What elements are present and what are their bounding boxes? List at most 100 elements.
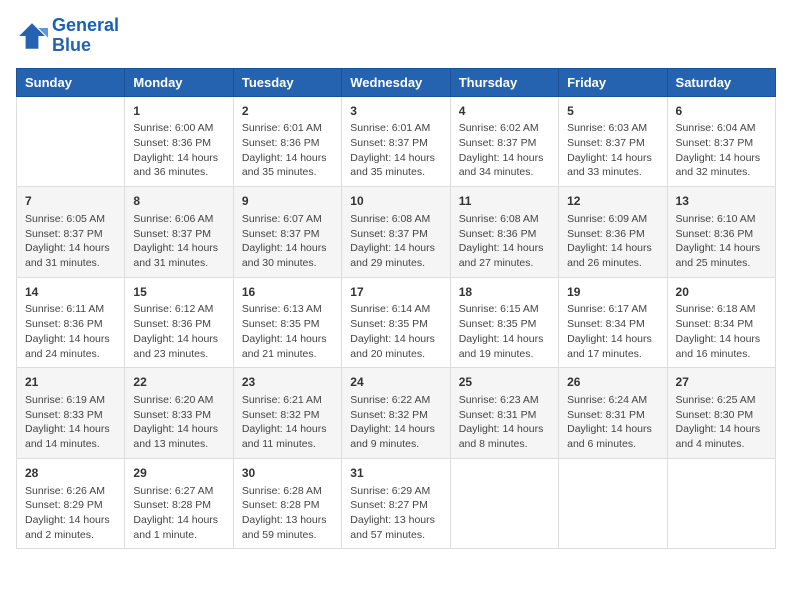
day-cell: 26Sunrise: 6:24 AMSunset: 8:31 PMDayligh… — [559, 368, 667, 459]
day-info-line: Sunset: 8:36 PM — [25, 317, 116, 332]
day-info-line: and 20 minutes. — [350, 347, 441, 362]
day-info-line: Sunset: 8:28 PM — [133, 498, 224, 513]
day-number: 1 — [133, 103, 224, 120]
day-cell: 5Sunrise: 6:03 AMSunset: 8:37 PMDaylight… — [559, 96, 667, 187]
week-row-5: 28Sunrise: 6:26 AMSunset: 8:29 PMDayligh… — [17, 458, 776, 549]
day-cell: 12Sunrise: 6:09 AMSunset: 8:36 PMDayligh… — [559, 187, 667, 278]
day-info-line: Sunrise: 6:28 AM — [242, 484, 333, 499]
week-row-4: 21Sunrise: 6:19 AMSunset: 8:33 PMDayligh… — [17, 368, 776, 459]
day-info-line: and 36 minutes. — [133, 165, 224, 180]
day-info-line: Sunset: 8:30 PM — [676, 408, 767, 423]
day-info-line: Sunrise: 6:08 AM — [459, 212, 550, 227]
day-info-line: Daylight: 14 hours — [350, 241, 441, 256]
day-info-line: Sunrise: 6:29 AM — [350, 484, 441, 499]
logo: General Blue — [16, 16, 119, 56]
day-cell: 28Sunrise: 6:26 AMSunset: 8:29 PMDayligh… — [17, 458, 125, 549]
day-number: 27 — [676, 374, 767, 391]
day-cell: 13Sunrise: 6:10 AMSunset: 8:36 PMDayligh… — [667, 187, 775, 278]
day-info-line: and 4 minutes. — [676, 437, 767, 452]
day-info-line: and 16 minutes. — [676, 347, 767, 362]
day-info-line: Daylight: 14 hours — [350, 422, 441, 437]
day-info-line: and 17 minutes. — [567, 347, 658, 362]
day-cell: 31Sunrise: 6:29 AMSunset: 8:27 PMDayligh… — [342, 458, 450, 549]
day-info-line: Daylight: 14 hours — [133, 151, 224, 166]
day-info-line: and 26 minutes. — [567, 256, 658, 271]
calendar-table: SundayMondayTuesdayWednesdayThursdayFrid… — [16, 68, 776, 550]
day-info-line: Daylight: 14 hours — [567, 332, 658, 347]
header-cell-wednesday: Wednesday — [342, 68, 450, 96]
day-cell: 15Sunrise: 6:12 AMSunset: 8:36 PMDayligh… — [125, 277, 233, 368]
day-info-line: Sunrise: 6:01 AM — [242, 121, 333, 136]
day-number: 15 — [133, 284, 224, 301]
day-info-line: Sunset: 8:28 PM — [242, 498, 333, 513]
day-cell: 9Sunrise: 6:07 AMSunset: 8:37 PMDaylight… — [233, 187, 341, 278]
day-number: 13 — [676, 193, 767, 210]
day-info-line: Daylight: 14 hours — [242, 151, 333, 166]
day-info-line: and 8 minutes. — [459, 437, 550, 452]
day-info-line: Daylight: 14 hours — [350, 332, 441, 347]
day-info-line: Sunset: 8:36 PM — [567, 227, 658, 242]
day-info-line: Sunset: 8:32 PM — [350, 408, 441, 423]
day-info-line: Sunset: 8:35 PM — [459, 317, 550, 332]
day-info-line: Sunrise: 6:00 AM — [133, 121, 224, 136]
day-number: 22 — [133, 374, 224, 391]
day-info-line: Daylight: 13 hours — [350, 513, 441, 528]
header-cell-monday: Monday — [125, 68, 233, 96]
day-info-line: and 11 minutes. — [242, 437, 333, 452]
day-info-line: Sunrise: 6:07 AM — [242, 212, 333, 227]
day-info-line: Sunset: 8:37 PM — [25, 227, 116, 242]
day-cell: 7Sunrise: 6:05 AMSunset: 8:37 PMDaylight… — [17, 187, 125, 278]
day-number: 18 — [459, 284, 550, 301]
day-info-line: Sunset: 8:36 PM — [133, 136, 224, 151]
day-info-line: Sunset: 8:37 PM — [242, 227, 333, 242]
logo-text: General Blue — [52, 16, 119, 56]
day-info-line: Daylight: 14 hours — [459, 422, 550, 437]
day-number: 4 — [459, 103, 550, 120]
day-info-line: Daylight: 14 hours — [567, 422, 658, 437]
day-info-line: Daylight: 14 hours — [676, 422, 767, 437]
day-info-line: Sunset: 8:37 PM — [567, 136, 658, 151]
day-info-line: Sunrise: 6:15 AM — [459, 302, 550, 317]
day-info-line: Sunrise: 6:18 AM — [676, 302, 767, 317]
day-number: 3 — [350, 103, 441, 120]
day-cell: 10Sunrise: 6:08 AMSunset: 8:37 PMDayligh… — [342, 187, 450, 278]
day-cell: 30Sunrise: 6:28 AMSunset: 8:28 PMDayligh… — [233, 458, 341, 549]
day-info-line: Sunset: 8:35 PM — [242, 317, 333, 332]
day-info-line: Sunrise: 6:02 AM — [459, 121, 550, 136]
header-row: SundayMondayTuesdayWednesdayThursdayFrid… — [17, 68, 776, 96]
day-info-line: Sunset: 8:37 PM — [676, 136, 767, 151]
day-cell: 3Sunrise: 6:01 AMSunset: 8:37 PMDaylight… — [342, 96, 450, 187]
day-cell: 8Sunrise: 6:06 AMSunset: 8:37 PMDaylight… — [125, 187, 233, 278]
day-info-line: Sunrise: 6:08 AM — [350, 212, 441, 227]
header-cell-tuesday: Tuesday — [233, 68, 341, 96]
day-cell: 6Sunrise: 6:04 AMSunset: 8:37 PMDaylight… — [667, 96, 775, 187]
day-info-line: Sunrise: 6:11 AM — [25, 302, 116, 317]
day-info-line: Daylight: 14 hours — [567, 241, 658, 256]
day-info-line: Sunrise: 6:27 AM — [133, 484, 224, 499]
day-info-line: and 2 minutes. — [25, 528, 116, 543]
day-number: 2 — [242, 103, 333, 120]
header-cell-thursday: Thursday — [450, 68, 558, 96]
day-info-line: Daylight: 14 hours — [25, 241, 116, 256]
week-row-3: 14Sunrise: 6:11 AMSunset: 8:36 PMDayligh… — [17, 277, 776, 368]
day-info-line: and 6 minutes. — [567, 437, 658, 452]
day-cell: 16Sunrise: 6:13 AMSunset: 8:35 PMDayligh… — [233, 277, 341, 368]
day-info-line: and 29 minutes. — [350, 256, 441, 271]
day-info-line: Sunset: 8:37 PM — [350, 136, 441, 151]
week-row-2: 7Sunrise: 6:05 AMSunset: 8:37 PMDaylight… — [17, 187, 776, 278]
header-cell-sunday: Sunday — [17, 68, 125, 96]
day-number: 20 — [676, 284, 767, 301]
day-cell — [450, 458, 558, 549]
day-info-line: Sunset: 8:37 PM — [459, 136, 550, 151]
day-info-line: Daylight: 14 hours — [242, 332, 333, 347]
day-cell: 21Sunrise: 6:19 AMSunset: 8:33 PMDayligh… — [17, 368, 125, 459]
day-info-line: and 57 minutes. — [350, 528, 441, 543]
day-info-line: Sunrise: 6:12 AM — [133, 302, 224, 317]
day-info-line: and 35 minutes. — [350, 165, 441, 180]
day-info-line: Daylight: 14 hours — [133, 332, 224, 347]
day-info-line: and 13 minutes. — [133, 437, 224, 452]
day-info-line: Daylight: 14 hours — [676, 241, 767, 256]
day-info-line: and 23 minutes. — [133, 347, 224, 362]
day-cell — [559, 458, 667, 549]
day-info-line: Daylight: 14 hours — [676, 332, 767, 347]
